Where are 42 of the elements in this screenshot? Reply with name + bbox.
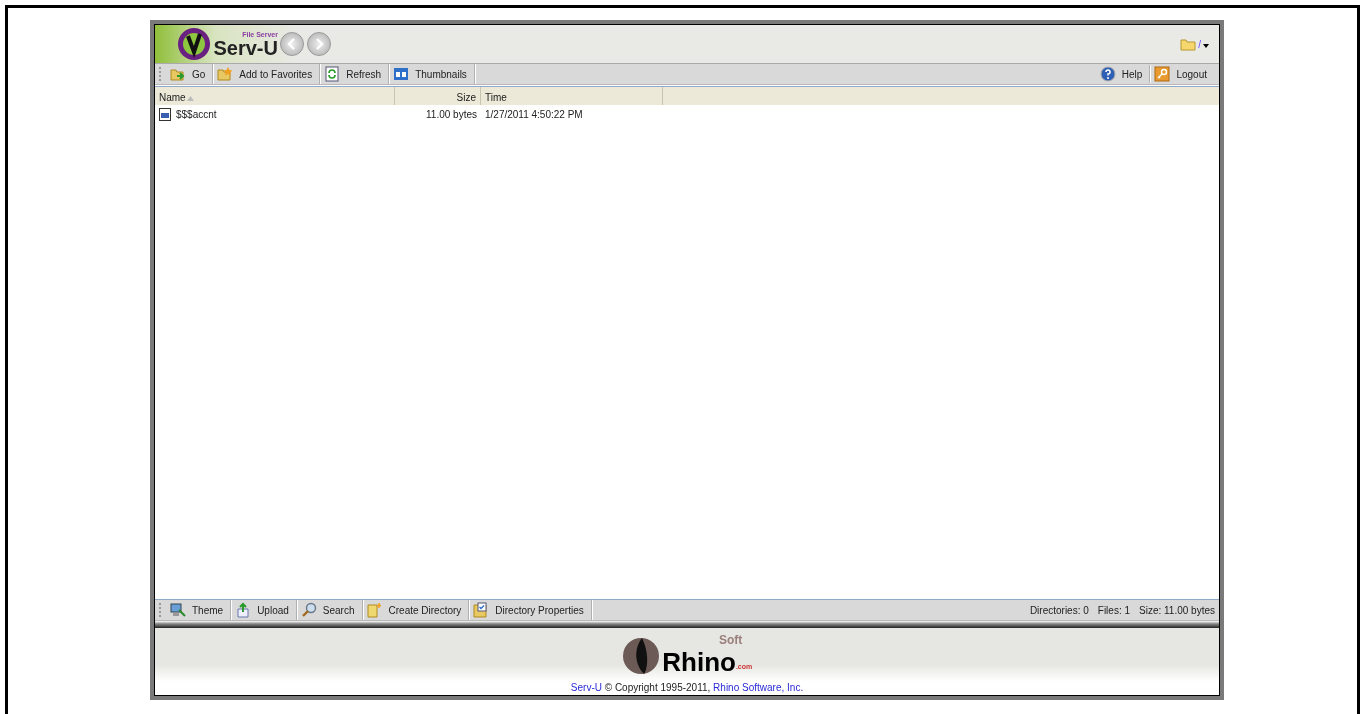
file-size: 11.00 bytes — [425, 107, 478, 122]
toolbar-button[interactable]: Create Directory — [362, 600, 470, 620]
refresh-icon — [324, 66, 341, 82]
toolbar-button[interactable]: Thumbnails — [389, 64, 475, 84]
monitor-brush-icon — [170, 602, 186, 618]
footer-link[interactable]: Rhino Software, Inc. — [713, 681, 804, 693]
logo-icon — [177, 27, 211, 61]
caret-icon — [1203, 44, 1209, 48]
copyright-notice: Serv-U © Copyright 1995-2011, Rhino Software, Inc. — [570, 680, 804, 695]
help-icon — [1099, 66, 1116, 82]
upload-icon — [235, 602, 252, 618]
toolbar-button[interactable]: Help — [1095, 64, 1150, 84]
thumbnails-icon — [393, 66, 410, 82]
forward-button[interactable] — [307, 32, 331, 56]
logo-text: Rhino — [662, 648, 736, 675]
back-button[interactable] — [280, 32, 305, 56]
folder-check-icon — [473, 602, 490, 618]
toolbar-button[interactable]: Add to Favorites — [213, 64, 321, 84]
toolbar-button[interactable]: Upload — [231, 600, 297, 620]
folder-icon — [1179, 37, 1196, 51]
folder-new-icon — [366, 602, 383, 618]
path-dropdown[interactable]: / — [1198, 36, 1209, 52]
key-icon — [1154, 66, 1171, 82]
folder-arrow-icon — [170, 66, 186, 82]
folder-star-icon — [217, 66, 234, 82]
toolbar-button[interactable]: Refresh — [320, 64, 390, 84]
toolbar-button[interactable]: Search — [296, 600, 363, 620]
toolbar-button[interactable]: Theme — [166, 600, 232, 620]
file-name[interactable]: $$$accnt — [176, 106, 217, 122]
status-text: Size: 11.00 bytes — [1139, 603, 1216, 618]
sort-icon — [186, 95, 194, 101]
file-time: 1/27/2011 4:50:22 PM — [484, 107, 584, 122]
logo-text: Soft — [718, 631, 743, 649]
search-icon — [300, 602, 317, 618]
toolbar-button[interactable]: Directory Properties — [469, 600, 592, 620]
rhino-logo-icon — [621, 636, 660, 675]
footer-link[interactable]: Serv-U — [570, 681, 602, 693]
toolbar-button[interactable]: Logout — [1150, 64, 1214, 84]
status-text: Directories: 0 — [1029, 603, 1090, 618]
toolbar-button[interactable]: Go — [166, 64, 214, 84]
status-text: Files: 1 — [1097, 603, 1131, 618]
logo-text: Serv-U — [213, 37, 278, 58]
